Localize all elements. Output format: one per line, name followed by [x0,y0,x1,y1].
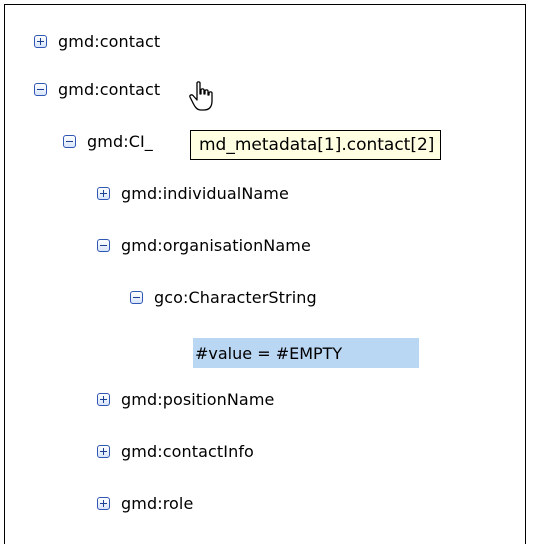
tree-node-gco-characterstring[interactable]: gco:CharacterString [130,284,317,310]
tree-node-label: gmd:role [121,493,194,513]
tree-node-gmd-role[interactable]: gmd:role [97,490,193,516]
tree-node-gmd-ci-responsible-party[interactable]: gmd:CI_ [63,128,153,154]
collapse-minus-icon[interactable] [97,238,110,252]
tree-node-label: gmd:organisationName [121,235,311,255]
collapse-minus-icon[interactable] [34,82,47,96]
tree-node-label: gmd:contact [58,79,161,99]
tree-node-label: gmd:contact [58,31,161,51]
tree-node-gmd-contact-1[interactable]: gmd:contact [34,28,160,54]
tree-node-label: gmd:positionName [121,389,275,409]
tree-node-label: gco:CharacterString [154,287,317,307]
collapse-minus-icon[interactable] [63,134,76,148]
expand-plus-icon[interactable] [97,392,110,406]
collapse-minus-icon[interactable] [130,290,143,304]
tree-node-label: gmd:individualName [121,183,289,203]
tree-node-label: gmd:contactInfo [121,441,254,461]
expand-plus-icon[interactable] [34,34,47,48]
expand-plus-icon[interactable] [97,186,110,200]
tree-node-gmd-contact-2[interactable]: gmd:contact [34,76,160,102]
path-tooltip: md_metadata[1].contact[2] [190,130,442,160]
tree-node-label: gmd:CI_ [87,131,153,151]
hand-pointer-icon [189,81,213,111]
expand-plus-icon[interactable] [97,444,110,458]
tree-node-gmd-organisationname[interactable]: gmd:organisationName [97,232,311,258]
tree-node-gmd-positionname[interactable]: gmd:positionName [97,386,274,412]
tree-node-gmd-contactinfo[interactable]: gmd:contactInfo [97,438,254,464]
selected-value-node[interactable]: #value = #EMPTY [193,338,419,368]
tree-node-gmd-individualname[interactable]: gmd:individualName [97,180,289,206]
expand-plus-icon[interactable] [97,496,110,510]
